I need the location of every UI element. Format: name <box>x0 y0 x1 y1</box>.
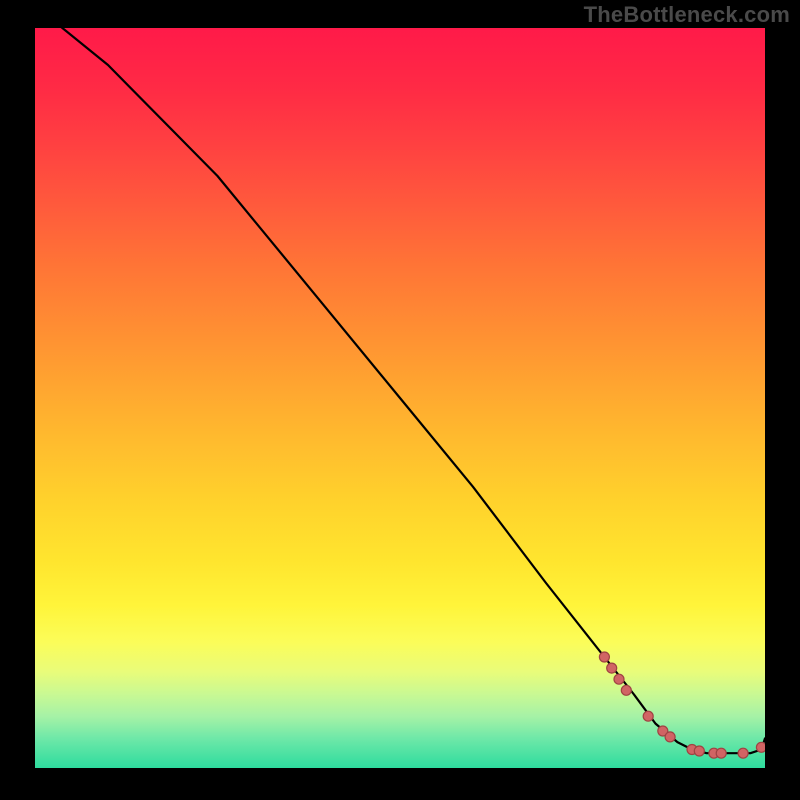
bottleneck-curve <box>35 28 765 753</box>
marker-point <box>643 711 653 721</box>
marker-point <box>614 674 624 684</box>
chart-frame: TheBottleneck.com <box>0 0 800 800</box>
marker-point <box>694 746 704 756</box>
marker-point <box>607 663 617 673</box>
marker-point <box>599 652 609 662</box>
marker-point <box>665 732 675 742</box>
marker-point <box>738 748 748 758</box>
plot-area <box>35 28 765 768</box>
plot-overlay <box>35 28 765 768</box>
marker-point <box>716 748 726 758</box>
watermark-text: TheBottleneck.com <box>584 2 790 28</box>
marker-point <box>756 742 765 752</box>
marker-point <box>621 685 631 695</box>
marker-group <box>599 652 765 758</box>
